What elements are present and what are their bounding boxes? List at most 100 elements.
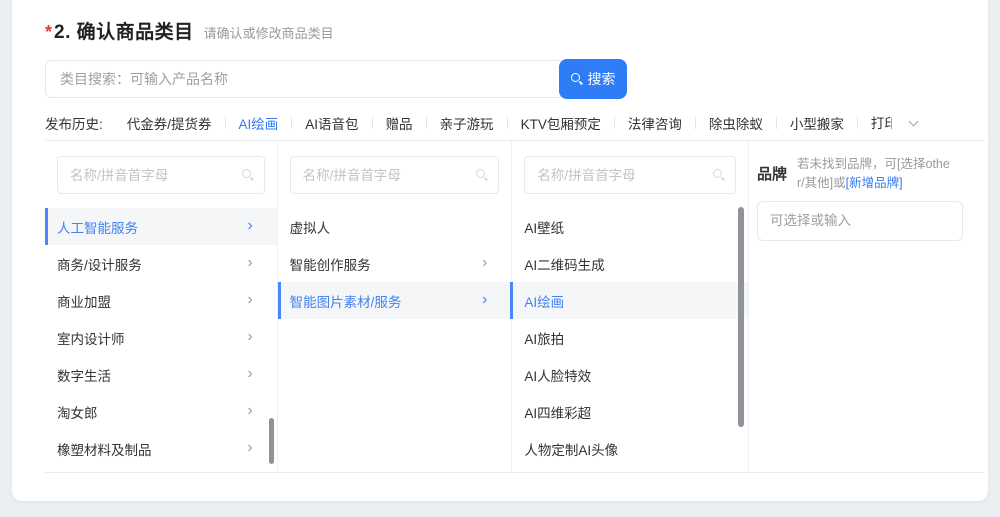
category-item[interactable]: AI绘画: [512, 282, 748, 319]
category-item[interactable]: AI二维码生成: [512, 245, 748, 282]
publish-history-label: 发布历史:: [45, 113, 103, 133]
chevron-right-icon: ›: [247, 255, 252, 271]
category-item-label: 商务/设计服务: [57, 254, 247, 274]
category-item-label: 人工智能服务: [57, 217, 247, 237]
category-item[interactable]: AI人脸特效: [512, 356, 748, 393]
category-item-label: AI四维彩超: [524, 402, 724, 422]
brand-hint: 若未找到品牌，可[选择other/其他]或[新增品牌]: [797, 155, 957, 193]
category-item-label: 室内设计师: [57, 328, 247, 348]
brand-header: 品牌 若未找到品牌，可[选择other/其他]或[新增品牌]: [757, 155, 963, 193]
category-item[interactable]: 虚拟人: [278, 208, 512, 245]
confirm-category-card: * 2. 确认商品类目 请确认或修改商品类目 搜索 发布历史: 代金券/提货券 A…: [12, 0, 988, 501]
category-item[interactable]: 人工智能服务›: [45, 208, 277, 245]
category-item-label: AI绘画: [524, 291, 724, 311]
tab-separator: [776, 117, 777, 129]
category-search-input[interactable]: [45, 60, 565, 98]
tab-separator: [225, 117, 226, 129]
category-list: 人工智能服务›商务/设计服务›商业加盟›室内设计师›数字生活›淘女郎›橡塑材料及…: [45, 208, 277, 467]
section-header: * 2. 确认商品类目 请确认或修改商品类目: [45, 0, 988, 44]
category-item-label: 人物定制AI头像: [524, 439, 724, 459]
category-item[interactable]: 数字生活›: [45, 356, 277, 393]
category-item[interactable]: 商务/设计服务›: [45, 245, 277, 282]
category-item[interactable]: 室内设计师›: [45, 319, 277, 356]
history-tab[interactable]: 赠品: [386, 113, 413, 133]
search-icon: [713, 169, 726, 182]
page-subtitle: 请确认或修改商品类目: [204, 23, 334, 42]
search-button-label: 搜索: [588, 69, 616, 89]
tab-separator: [507, 117, 508, 129]
category-browser: 人工智能服务›商务/设计服务›商业加盟›室内设计师›数字生活›淘女郎›橡塑材料及…: [45, 140, 985, 473]
category-item[interactable]: 商业加盟›: [45, 282, 277, 319]
history-tab[interactable]: 代金券/提货券: [127, 113, 212, 133]
history-tab[interactable]: AI语音包: [305, 113, 358, 133]
history-tab[interactable]: 法律咨询: [628, 113, 682, 133]
chevron-down-icon[interactable]: [908, 116, 918, 126]
history-tab[interactable]: AI绘画: [239, 113, 279, 133]
scrollbar-thumb[interactable]: [738, 207, 744, 427]
category-list: 虚拟人智能创作服务›智能图片素材/服务›: [278, 208, 512, 319]
category-item-label: AI旅拍: [524, 328, 724, 348]
chevron-right-icon: ›: [247, 329, 252, 345]
scrollbar-thumb[interactable]: [269, 418, 274, 464]
category-item-label: 橡塑材料及制品: [57, 439, 247, 459]
category-item-label: AI人脸特效: [524, 365, 724, 385]
category-item-label: 智能创作服务: [290, 254, 482, 274]
category-item[interactable]: AI壁纸: [512, 208, 748, 245]
tab-separator: [695, 117, 696, 129]
tab-separator: [291, 117, 292, 129]
search-button[interactable]: 搜索: [559, 59, 627, 99]
category-item-label: 商业加盟: [57, 291, 247, 311]
chevron-right-icon: ›: [482, 292, 487, 308]
category-item[interactable]: AI四维彩超: [512, 393, 748, 430]
tab-separator: [372, 117, 373, 129]
category-item[interactable]: AI旅拍: [512, 319, 748, 356]
category-item-label: 数字生活: [57, 365, 247, 385]
column-filter: [524, 156, 736, 194]
category-search-bar: 搜索: [45, 59, 627, 99]
column-filter-input[interactable]: [524, 156, 736, 194]
brand-input[interactable]: [757, 201, 963, 241]
category-item[interactable]: 淘女郎›: [45, 393, 277, 430]
history-tab[interactable]: 除虫除蚁: [709, 113, 763, 133]
category-item[interactable]: 橡塑材料及制品›: [45, 430, 277, 467]
category-item-label: 智能图片素材/服务: [290, 291, 482, 311]
history-tab[interactable]: 亲子游玩: [440, 113, 494, 133]
publish-history-bar: 发布历史: 代金券/提货券 AI绘画 AI语音包 赠品 亲子游玩 KTV包厢预定 法律咨询 除…: [45, 111, 988, 135]
tab-separator: [614, 117, 615, 129]
brand-label: 品牌: [757, 163, 787, 184]
category-column-1: 人工智能服务›商务/设计服务›商业加盟›室内设计师›数字生活›淘女郎›橡塑材料及…: [45, 141, 278, 472]
tab-separator: [426, 117, 427, 129]
chevron-right-icon: ›: [247, 218, 252, 234]
chevron-right-icon: ›: [482, 255, 487, 271]
search-icon: [571, 73, 584, 86]
chevron-right-icon: ›: [247, 366, 252, 382]
tab-separator: [857, 117, 858, 129]
category-list: AI壁纸 AI二维码生成 AI绘画 AI旅拍 AI人脸特效 AI四维彩超人物定制AI头像: [512, 208, 748, 467]
chevron-right-icon: ›: [247, 440, 252, 456]
column-filter: [290, 156, 500, 194]
column-filter-input[interactable]: [57, 156, 265, 194]
chevron-right-icon: ›: [247, 292, 252, 308]
category-column-2: 虚拟人智能创作服务›智能图片素材/服务›: [278, 141, 513, 472]
history-tab-list: 代金券/提货券 AI绘画 AI语音包 赠品 亲子游玩 KTV包厢预定 法律咨询 除虫除蚁 小型搬…: [127, 113, 892, 133]
category-item-label: AI壁纸: [524, 217, 724, 237]
required-asterisk: *: [45, 22, 52, 43]
category-item[interactable]: 智能图片素材/服务›: [278, 282, 512, 319]
history-tab[interactable]: 打印: [871, 115, 892, 132]
category-item[interactable]: 智能创作服务›: [278, 245, 512, 282]
category-column-3: AI壁纸 AI二维码生成 AI绘画 AI旅拍 AI人脸特效 AI四维彩超人物定制AI头像: [512, 141, 749, 472]
category-item-label: 虚拟人: [290, 217, 488, 237]
category-item[interactable]: 人物定制AI头像: [512, 430, 748, 467]
search-icon: [242, 169, 255, 182]
chevron-right-icon: ›: [247, 403, 252, 419]
category-item-label: AI二维码生成: [524, 254, 724, 274]
add-brand-link[interactable]: [新增品牌]: [846, 176, 903, 190]
column-filter-input[interactable]: [290, 156, 500, 194]
category-item-label: 淘女郎: [57, 402, 247, 422]
history-tab[interactable]: KTV包厢预定: [521, 113, 601, 133]
brand-section: 品牌 若未找到品牌，可[选择other/其他]或[新增品牌]: [749, 141, 985, 472]
column-filter: [57, 156, 265, 194]
history-tab[interactable]: 小型搬家: [790, 113, 844, 133]
search-icon: [476, 169, 489, 182]
page-title: 2. 确认商品类目: [54, 17, 194, 44]
